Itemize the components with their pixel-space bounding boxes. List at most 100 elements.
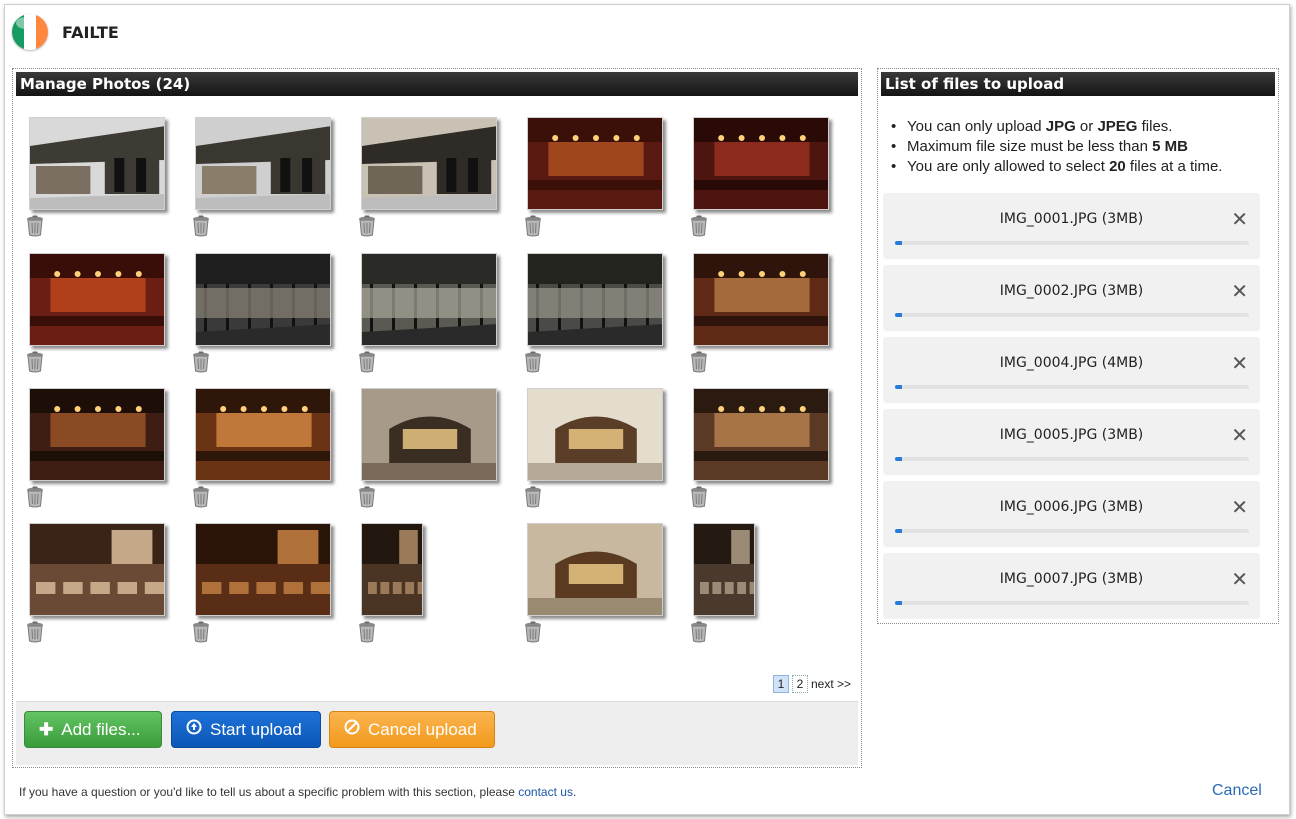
- photo-thumbnail[interactable]: [361, 523, 423, 616]
- photo-item: [359, 388, 501, 518]
- photo-thumbnail[interactable]: [195, 523, 331, 616]
- trash-icon[interactable]: [357, 351, 377, 373]
- upload-progress-bar: [895, 385, 1249, 389]
- photo-thumbnail[interactable]: [195, 117, 331, 210]
- photo-item: [525, 253, 667, 383]
- help-text-body: If you have a question or you'd like to …: [19, 785, 519, 799]
- trash-icon[interactable]: [689, 215, 709, 237]
- close-icon[interactable]: ✕: [1231, 567, 1248, 591]
- photo-item: [525, 117, 667, 247]
- trash-icon[interactable]: [523, 621, 543, 643]
- rule-emphasis: 5 MB: [1152, 138, 1188, 155]
- photo-thumbnail[interactable]: [29, 253, 165, 346]
- upload-toolbar: ✚ Add files... Start upload Cancel uploa…: [16, 701, 858, 765]
- file-name: IMG_0005.JPG (3MB): [999, 427, 1144, 443]
- photo-item: [27, 388, 169, 518]
- trash-icon[interactable]: [689, 351, 709, 373]
- upload-rules: You can only upload JPG or JPEG files.Ma…: [890, 117, 1222, 177]
- upload-list-panel: List of files to upload You can only upl…: [877, 68, 1279, 624]
- photo-thumbnail[interactable]: [29, 388, 165, 481]
- photo-thumbnail[interactable]: [29, 117, 165, 210]
- trash-icon[interactable]: [191, 351, 211, 373]
- close-icon[interactable]: ✕: [1231, 495, 1248, 519]
- help-text: If you have a question or you'd like to …: [19, 785, 576, 799]
- trash-icon[interactable]: [357, 621, 377, 643]
- close-icon[interactable]: ✕: [1231, 279, 1248, 303]
- trash-icon[interactable]: [191, 486, 211, 508]
- upload-progress-bar: [895, 241, 1249, 245]
- trash-icon[interactable]: [25, 486, 45, 508]
- trash-icon[interactable]: [25, 215, 45, 237]
- photo-item: [525, 523, 667, 653]
- cancel-upload-label: Cancel upload: [368, 719, 477, 739]
- photo-thumbnail[interactable]: [527, 523, 663, 616]
- close-icon[interactable]: ✕: [1231, 207, 1248, 231]
- trash-icon[interactable]: [689, 486, 709, 508]
- photo-item: [691, 523, 833, 653]
- file-name: IMG_0001.JPG (3MB): [999, 211, 1144, 227]
- trash-icon[interactable]: [25, 621, 45, 643]
- manage-photos-title: Manage Photos (24): [16, 72, 858, 96]
- upload-progress-fill: [895, 457, 903, 461]
- upload-rule-item: Maximum file size must be less than 5 MB: [890, 137, 1222, 157]
- add-files-button[interactable]: ✚ Add files...: [24, 711, 162, 748]
- file-name: IMG_0002.JPG (3MB): [999, 283, 1144, 299]
- trash-icon[interactable]: [689, 621, 709, 643]
- photo-thumbnail[interactable]: [693, 117, 829, 210]
- photo-thumbnail[interactable]: [29, 523, 165, 616]
- photo-item: [525, 388, 667, 518]
- trash-icon[interactable]: [191, 621, 211, 643]
- photo-thumbnail[interactable]: [361, 117, 497, 210]
- trash-icon[interactable]: [523, 351, 543, 373]
- upload-file-item: IMG_0007.JPG (3MB) ✕: [883, 553, 1260, 619]
- rule-text: files.: [1137, 118, 1173, 135]
- upload-progress-fill: [895, 313, 903, 317]
- photo-thumbnail[interactable]: [527, 388, 663, 481]
- photo-item: [27, 253, 169, 383]
- upload-file-item: IMG_0002.JPG (3MB) ✕: [883, 265, 1260, 331]
- trash-icon[interactable]: [523, 215, 543, 237]
- cancel-upload-button[interactable]: Cancel upload: [329, 711, 495, 748]
- photo-item: [193, 117, 335, 247]
- file-name: IMG_0007.JPG (3MB): [999, 571, 1144, 587]
- rule-text: Maximum file size must be less than: [907, 138, 1153, 155]
- cancel-link[interactable]: Cancel: [1212, 782, 1262, 800]
- help-text-end: .: [572, 785, 577, 799]
- upload-progress-fill: [895, 529, 903, 533]
- upload-progress-bar: [895, 313, 1249, 317]
- close-icon[interactable]: ✕: [1231, 351, 1248, 375]
- upload-list-title: List of files to upload: [881, 72, 1275, 96]
- page-2-link[interactable]: 2: [791, 675, 808, 693]
- contact-us-link[interactable]: contact us: [518, 785, 573, 799]
- ban-icon: [344, 712, 360, 748]
- trash-icon[interactable]: [357, 486, 377, 508]
- upload-file-item: IMG_0004.JPG (4MB) ✕: [883, 337, 1260, 403]
- photo-thumbnail[interactable]: [195, 388, 331, 481]
- photo-thumbnail[interactable]: [195, 253, 331, 346]
- close-icon[interactable]: ✕: [1231, 423, 1248, 447]
- photo-thumbnail[interactable]: [693, 388, 829, 481]
- trash-icon[interactable]: [25, 351, 45, 373]
- rule-emphasis: JPG: [1045, 118, 1076, 135]
- upload-file-item: IMG_0001.JPG (3MB) ✕: [883, 193, 1260, 259]
- photo-thumbnail[interactable]: [527, 253, 663, 346]
- page-1-link[interactable]: 1: [772, 675, 789, 693]
- next-page-link[interactable]: next >>: [811, 677, 851, 691]
- add-files-label: Add files...: [61, 719, 141, 739]
- upload-rule-item: You can only upload JPG or JPEG files.: [890, 117, 1222, 137]
- photo-item: [691, 253, 833, 383]
- trash-icon[interactable]: [191, 215, 211, 237]
- photo-thumbnail[interactable]: [527, 117, 663, 210]
- photo-thumbnail[interactable]: [693, 523, 755, 616]
- trash-icon[interactable]: [357, 215, 377, 237]
- photo-thumbnail[interactable]: [361, 388, 497, 481]
- trash-icon[interactable]: [523, 486, 543, 508]
- upload-progress-bar: [895, 457, 1249, 461]
- brand-title: FAILTE: [62, 22, 119, 42]
- rule-text: files at a time.: [1125, 158, 1223, 175]
- flag-white-band: [24, 14, 36, 50]
- photo-thumbnail[interactable]: [361, 253, 497, 346]
- start-upload-button[interactable]: Start upload: [171, 711, 321, 748]
- photo-thumbnail[interactable]: [693, 253, 829, 346]
- rule-emphasis: JPEG: [1097, 118, 1138, 135]
